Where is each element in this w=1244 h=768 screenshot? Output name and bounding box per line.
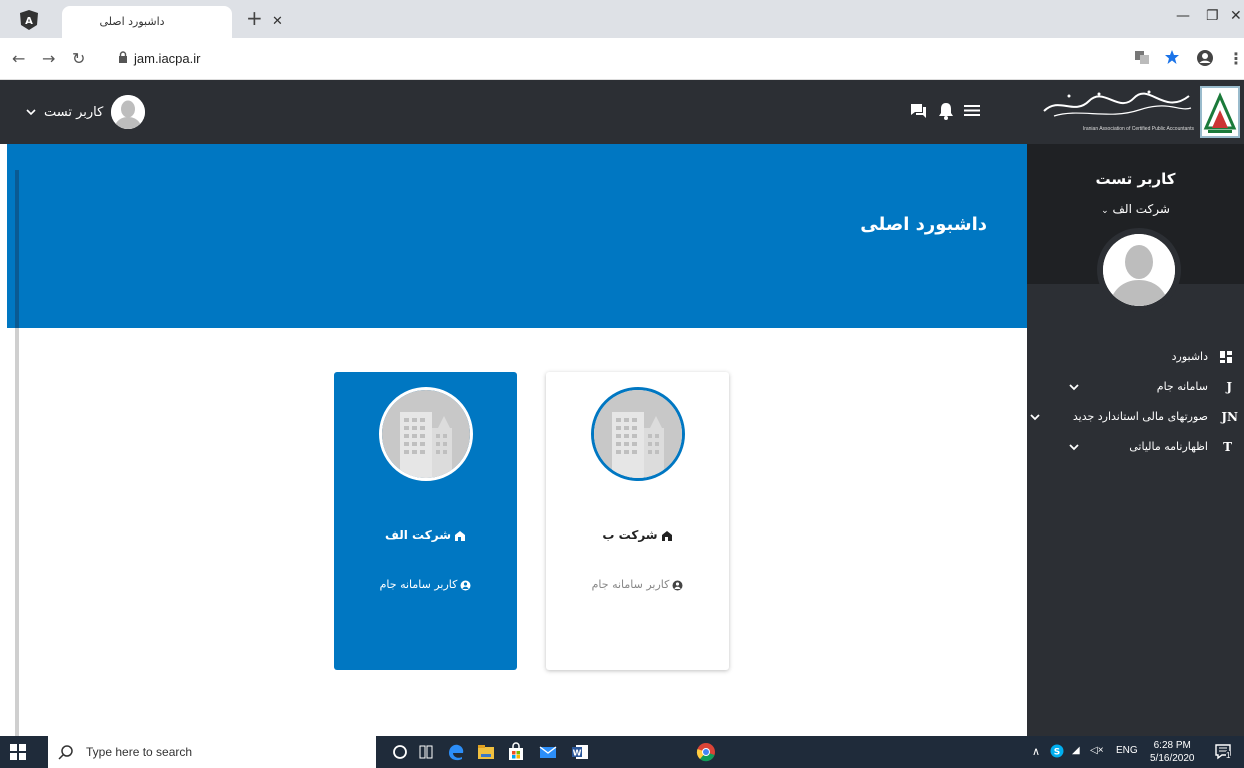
- chevron-down-icon: ⌄: [1101, 206, 1109, 216]
- windows-taskbar: Type here to search W ∧ S ◢ ◁× ENG 6:28 …: [0, 736, 1244, 768]
- home-building-icon: [661, 530, 672, 541]
- restore-icon[interactable]: ❐: [1206, 8, 1219, 24]
- taskbar-clock[interactable]: 6:28 PM 5/16/2020: [1150, 739, 1195, 765]
- tray-overflow-icon[interactable]: ∧: [1032, 745, 1040, 758]
- word-icon[interactable]: W: [570, 742, 590, 762]
- tab-title: داشبورد اصلی: [99, 15, 165, 28]
- mail-icon[interactable]: [538, 742, 558, 762]
- building-icon: [591, 387, 685, 481]
- hamburger-menu-icon[interactable]: [964, 102, 980, 118]
- store-icon[interactable]: [506, 742, 526, 762]
- forward-icon[interactable]: →: [42, 49, 55, 68]
- chevron-down-icon: [1069, 444, 1079, 451]
- tab-close-icon[interactable]: ✕: [272, 14, 283, 29]
- bell-icon[interactable]: [938, 102, 954, 120]
- building-icon: [379, 387, 473, 481]
- company-name: شرکت الف: [1112, 202, 1170, 216]
- company-card-title: شرکت الف: [334, 528, 517, 542]
- sidebar-item-label: اظهارنامه مالیاتی: [1129, 440, 1208, 453]
- lock-icon: [119, 51, 127, 63]
- volume-muted-icon[interactable]: ◁×: [1090, 745, 1104, 756]
- profile-icon[interactable]: [1196, 49, 1214, 67]
- url-field[interactable]: jam.iacpa.ir: [108, 45, 1108, 73]
- chevron-down-icon: [26, 109, 36, 116]
- reload-icon[interactable]: ↻: [72, 49, 85, 68]
- network-icon[interactable]: ◢: [1072, 745, 1080, 756]
- new-tab-icon[interactable]: +: [246, 6, 263, 30]
- logo-script: [1043, 90, 1192, 117]
- clock-date: 5/16/2020: [1150, 753, 1195, 764]
- user-name: کاربر تست: [44, 104, 104, 120]
- sidebar-item-label: داشبورد: [1171, 350, 1208, 363]
- chevron-down-icon: [1069, 384, 1079, 391]
- user-role-icon: [672, 580, 683, 590]
- edge-icon[interactable]: [446, 742, 466, 762]
- action-center-icon[interactable]: 1: [1214, 743, 1234, 761]
- chrome-icon[interactable]: [696, 742, 716, 762]
- svg-text:W: W: [573, 749, 582, 758]
- browser-menu-icon[interactable]: ⋮: [1228, 49, 1244, 68]
- search-icon: [58, 745, 73, 760]
- logo-emblem: [1200, 86, 1240, 138]
- svg-text:S: S: [1054, 748, 1060, 758]
- sidebar-item-glyph: JN: [1221, 410, 1238, 424]
- sidebar-item-dashboard[interactable]: داشبورد: [1027, 342, 1244, 372]
- app-top-bar: کاربر تست: [0, 80, 1027, 144]
- back-icon[interactable]: ←: [12, 49, 25, 68]
- translate-icon[interactable]: [1134, 49, 1150, 65]
- sidebar-item-financial-statements[interactable]: JN صورتهای مالی استاندارد جدید: [1027, 402, 1244, 432]
- scroll-rail-thumb[interactable]: [15, 170, 19, 328]
- company-card-role: کاربر سامانه جام: [546, 578, 729, 591]
- company-card-be[interactable]: شرکت ب کاربر سامانه جام: [546, 372, 729, 670]
- dashboard-icon: [1220, 351, 1232, 363]
- sidebar-user-name: کاربر تست: [1095, 170, 1176, 188]
- sidebar-item-jam[interactable]: J سامانه جام: [1027, 372, 1244, 402]
- taskbar-search-box[interactable]: Type here to search: [48, 736, 376, 768]
- task-view-icon[interactable]: [416, 742, 436, 762]
- page-title: داشبورد اصلی: [860, 214, 987, 235]
- minimize-icon[interactable]: —: [1176, 8, 1190, 24]
- sidebar-menu: داشبورد J سامانه جام JN صورتهای مالی است…: [1027, 342, 1244, 462]
- file-explorer-icon[interactable]: [476, 742, 496, 762]
- skype-tray-icon[interactable]: S: [1050, 744, 1064, 758]
- close-window-icon[interactable]: ✕: [1230, 8, 1242, 24]
- windows-start-icon[interactable]: [10, 744, 26, 760]
- chevron-down-icon: [1030, 414, 1040, 421]
- sidebar-item-label: سامانه جام: [1156, 380, 1208, 393]
- cortana-icon[interactable]: [390, 742, 410, 762]
- taskbar-search-placeholder: Type here to search: [86, 745, 193, 759]
- user-menu[interactable]: کاربر تست: [26, 92, 146, 132]
- bookmark-star-icon[interactable]: [1164, 49, 1180, 65]
- logo-caption: Iranian Association of Certified Public …: [1082, 126, 1194, 132]
- browser-tab-active[interactable]: داشبورد اصلی ✕: [62, 6, 283, 38]
- browser-tab-strip: A داشبورد اصلی ✕ + — ❐ ✕: [0, 0, 1244, 38]
- chat-icon[interactable]: [910, 102, 928, 120]
- company-card-role: کاربر سامانه جام: [334, 578, 517, 591]
- avatar: [111, 95, 146, 129]
- company-card-alef[interactable]: شرکت الف کاربر سامانه جام: [334, 372, 517, 670]
- language-indicator[interactable]: ENG: [1116, 745, 1138, 756]
- company-card-title: شرکت ب: [546, 528, 729, 542]
- sidebar-item-glyph: J: [1226, 380, 1232, 394]
- sidebar-item-tax-return[interactable]: T اظهارنامه مالیاتی: [1027, 432, 1244, 462]
- url-text: jam.iacpa.ir: [134, 51, 201, 66]
- notification-count: 1: [1226, 751, 1231, 760]
- svg-text:A: A: [25, 16, 33, 27]
- logo[interactable]: Iranian Association of Certified Public …: [1027, 80, 1244, 144]
- address-bar: ← → ↻ jam.iacpa.ir ⋮: [0, 38, 1244, 80]
- angular-app-icon[interactable]: A: [18, 9, 40, 31]
- clock-time: 6:28 PM: [1153, 740, 1191, 751]
- home-building-icon: [455, 530, 466, 541]
- sidebar: Iranian Association of Certified Public …: [1027, 80, 1244, 736]
- sidebar-item-glyph: T: [1223, 440, 1232, 454]
- sidebar-avatar: [1097, 228, 1181, 312]
- page-header-banner: داشبورد اصلی: [7, 144, 1027, 328]
- user-role-icon: [460, 580, 471, 590]
- company-selector[interactable]: شرکت الف ⌄: [1027, 202, 1244, 216]
- sidebar-item-label: صورتهای مالی استاندارد جدید: [1072, 410, 1208, 423]
